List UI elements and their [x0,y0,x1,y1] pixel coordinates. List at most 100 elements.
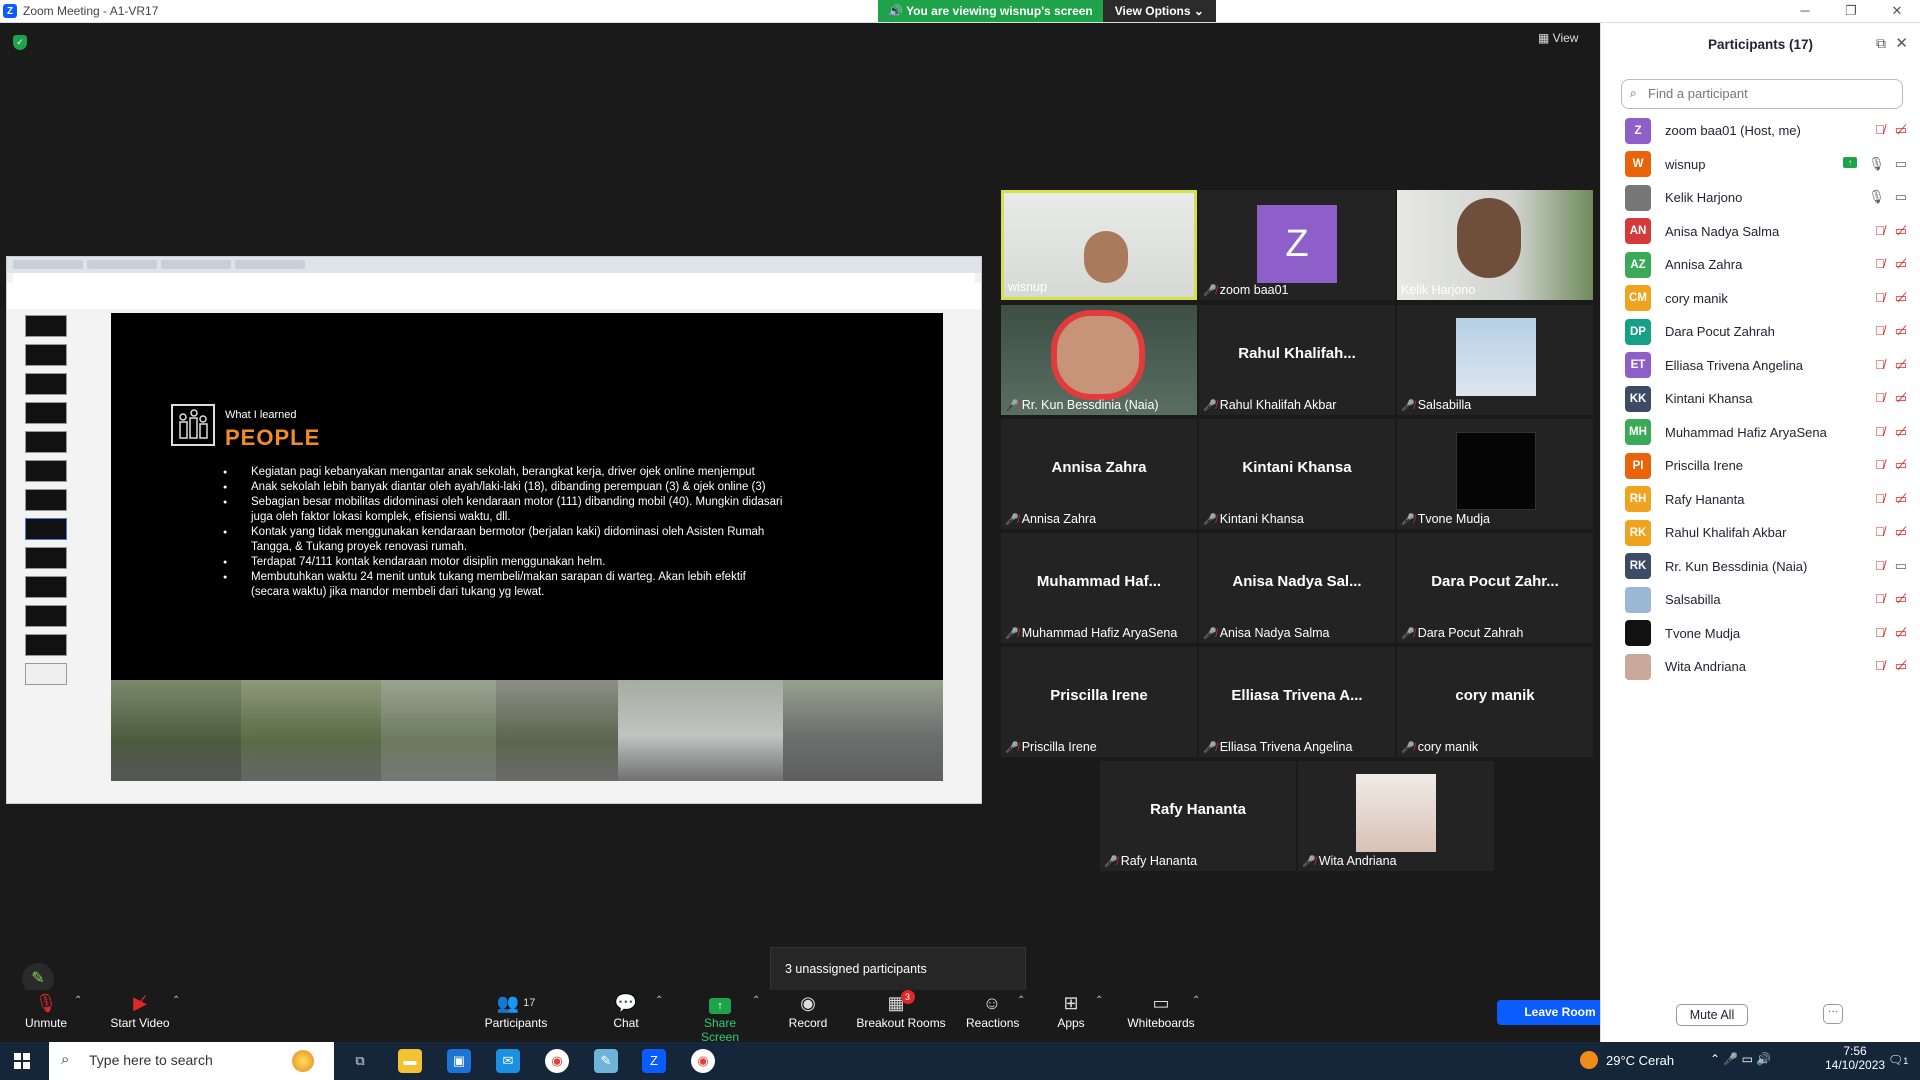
participant-search-input[interactable]: ⌕ Find a participant [1621,79,1903,109]
chat-button[interactable]: 💬 Chat [608,990,644,1030]
view-options-button[interactable]: View Options ⌄ [1102,0,1216,22]
mic-off-icon[interactable]: 🎙̸ [1875,591,1885,607]
video-tile[interactable]: Kelik Harjono [1397,190,1593,300]
store-icon[interactable]: ▣ [447,1049,471,1073]
video-off-icon[interactable]: ▭̸ [1895,122,1907,138]
tray-icons[interactable]: ⌃ 🎤 ▭ 🔊 [1710,1052,1771,1066]
video-on-icon[interactable]: ▭ [1895,156,1907,172]
mic-off-icon[interactable]: 🎙̸ [1875,390,1885,406]
video-tile[interactable]: 🎤̸ Wita Andriana [1298,761,1494,871]
reactions-button[interactable]: ☺ Reactions [966,990,1019,1030]
breakout-rooms-button[interactable]: ▦3 Breakout Rooms [856,990,946,1030]
unmute-button[interactable]: 🎙 Unmute [22,990,70,1030]
video-off-icon[interactable]: ▭̸ [1895,390,1907,406]
whiteboard-options-caret[interactable]: ⌃ [1192,995,1200,1006]
video-off-icon[interactable]: ▭̸ [1895,290,1907,306]
video-on-icon[interactable]: ▭ [1895,189,1907,205]
video-off-icon[interactable]: ▭̸ [1895,625,1907,641]
mic-off-icon[interactable]: 🎙̸ [1875,424,1885,440]
chrome-icon[interactable]: ◉ [545,1049,569,1073]
video-off-icon[interactable]: ▭̸ [1895,357,1907,373]
mic-off-icon[interactable]: 🎙̸ [1875,223,1885,239]
record-button[interactable]: ◉ Record [786,990,830,1030]
task-view-icon[interactable]: ⧉ [348,1049,372,1073]
close-window-button[interactable]: ✕ [1874,0,1920,23]
file-explorer-icon[interactable]: ▬ [398,1049,422,1073]
close-icon[interactable]: ✕ [1895,34,1908,52]
participants-button[interactable]: 👥 17 Participants [484,990,548,1030]
video-on-icon[interactable]: ▭ [1895,558,1907,574]
video-off-icon[interactable]: ▭̸ [1895,424,1907,440]
video-off-icon[interactable]: ▭̸ [1895,491,1907,507]
windows-start-icon[interactable] [14,1053,30,1069]
share-screen-button[interactable]: ↑ Share Screen [684,990,756,1044]
video-off-icon[interactable]: ▭̸ [1895,223,1907,239]
tile-name-label: Kelik Harjono [1401,283,1476,297]
reactions-options-caret[interactable]: ⌃ [1017,995,1025,1006]
video-tile[interactable]: 🎤̸ Tvone Mudja [1397,419,1593,529]
mic-off-icon[interactable]: 🎙̸ [1875,457,1885,473]
more-options-button[interactable]: ··· [1823,1004,1843,1024]
apps-button[interactable]: ⊞ Apps [1055,990,1087,1030]
start-video-button[interactable]: ▶̸ Start Video [108,990,172,1030]
video-tile[interactable]: Dara Pocut Zahr... 🎤̸ Dara Pocut Zahrah [1397,533,1593,643]
video-options-caret[interactable]: ⌃ [172,995,180,1006]
notepad-icon[interactable]: ✎ [594,1049,618,1073]
tile-big-name: Muhammad Haf... [1036,573,1162,590]
clock[interactable]: 7:56 14/10/2023 [1825,1044,1885,1072]
video-off-icon[interactable]: ▭̸ [1895,256,1907,272]
search-icon: ⌕ [61,1051,70,1068]
mic-off-icon[interactable]: 🎙̸ [1875,558,1885,574]
video-tile[interactable]: Rafy Hananta 🎤̸ Rafy Hananta [1100,761,1296,871]
mic-off-icon[interactable]: 🎙̸ [1875,256,1885,272]
video-off-icon[interactable]: ▭̸ [1895,457,1907,473]
whiteboards-button[interactable]: ▭ Whiteboards [1126,990,1196,1030]
mic-off-icon[interactable]: 🎙̸ [1875,323,1885,339]
mic-on-icon[interactable]: 🎙 [1868,189,1885,205]
video-tile[interactable]: Anisa Nadya Sal... 🎤̸ Anisa Nadya Salma [1199,533,1395,643]
video-tile[interactable]: Rahul Khalifah... 🎤̸ Rahul Khalifah Akbar [1199,305,1395,415]
video-tile[interactable]: Kintani Khansa 🎤̸ Kintani Khansa [1199,419,1395,529]
maximize-button[interactable]: ❐ [1828,0,1874,23]
security-shield-icon[interactable]: ✓ [13,35,27,50]
audio-options-caret[interactable]: ⌃ [74,995,82,1006]
video-tile[interactable]: Muhammad Haf... 🎤̸ Muhammad Hafiz AryaSen… [1001,533,1197,643]
chrome-icon[interactable]: ◉ [691,1049,715,1073]
taskbar-search-input[interactable]: ⌕ Type here to search [49,1042,334,1080]
video-off-icon[interactable]: ▭̸ [1895,591,1907,607]
mic-off-icon[interactable]: 🎙̸ [1875,122,1885,138]
mic-off-icon[interactable]: 🎙̸ [1875,658,1885,674]
participant-row[interactable]: Wita Andriana 🎙̸ ▭̸ [1601,646,1920,687]
video-tile[interactable]: Priscilla Irene 🎤̸ Priscilla Irene [1001,647,1197,757]
video-tile[interactable]: Elliasa Trivena A... 🎤̸ Elliasa Trivena A… [1199,647,1395,757]
mic-off-icon[interactable]: 🎙̸ [1875,357,1885,373]
video-tile[interactable]: wisnup [1001,190,1197,300]
video-tile[interactable]: Annisa Zahra 🎤̸ Annisa Zahra [1001,419,1197,529]
mic-off-icon[interactable]: 🎙̸ [1875,290,1885,306]
mail-icon[interactable]: ✉ [496,1049,520,1073]
video-tile[interactable]: 🎤̸ Rr. Kun Bessdinia (Naia) [1001,305,1197,415]
mic-off-icon[interactable]: 🎙̸ [1875,625,1885,641]
unassigned-participants-tooltip[interactable]: 3 unassigned participants [770,947,1026,993]
mute-all-button[interactable]: Mute All [1676,1004,1748,1026]
apps-options-caret[interactable]: ⌃ [1095,995,1103,1006]
video-tile[interactable]: cory manik 🎤̸ cory manik [1397,647,1593,757]
zoom-taskbar-icon[interactable]: Z [642,1049,666,1073]
windows-taskbar: ⌕ Type here to search ⧉ ▬ ▣ ✉ ◉ ✎ Z ◉ 29… [0,1042,1920,1080]
mic-on-icon[interactable]: 🎙 [1868,156,1885,172]
share-options-caret[interactable]: ⌃ [752,995,760,1006]
view-button[interactable]: ▦ View [1538,31,1578,45]
video-off-icon[interactable]: ▭̸ [1895,323,1907,339]
notification-icon[interactable]: 🗨1 [1888,1053,1908,1067]
video-tile[interactable]: Z 🎤̸ zoom baa01 [1199,190,1395,300]
chat-options-caret[interactable]: ⌃ [655,995,663,1006]
screen-sharing-icon: ↑ [1843,156,1857,168]
mic-off-icon[interactable]: 🎙̸ [1875,524,1885,540]
mic-off-icon[interactable]: 🎙̸ [1875,491,1885,507]
popout-icon[interactable]: ⧉ [1876,35,1886,52]
video-tile[interactable]: 🎤̸ Salsabilla [1397,305,1593,415]
video-off-icon[interactable]: ▭̸ [1895,658,1907,674]
video-off-icon[interactable]: ▭̸ [1895,524,1907,540]
participant-name: Anisa Nadya Salma [1665,223,1780,239]
minimize-button[interactable]: ─ [1782,0,1828,23]
